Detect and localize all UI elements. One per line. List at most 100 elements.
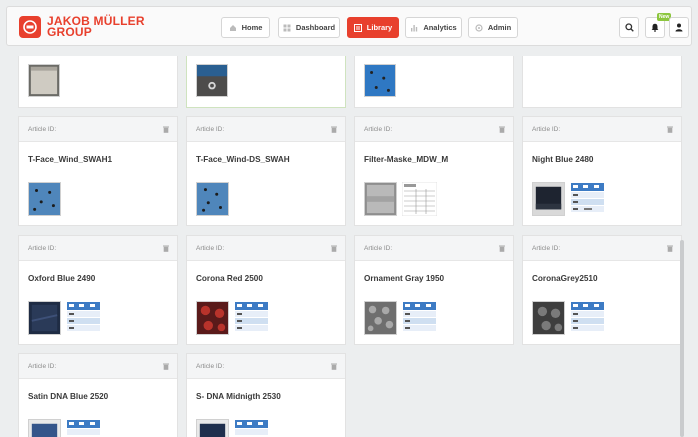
fabric-thumbnail[interactable] — [364, 301, 397, 335]
nav-admin-label: Admin — [487, 23, 512, 32]
fabric-thumbnail[interactable] — [28, 64, 60, 97]
fabric-thumbnail[interactable] — [532, 301, 565, 335]
trash-icon[interactable] — [163, 126, 169, 133]
fabric-thumbnail[interactable] — [196, 64, 228, 97]
article-title: Ornament Gray 1950 — [364, 274, 445, 283]
trash-icon[interactable] — [499, 126, 505, 133]
nav-dashboard[interactable]: Dashboard — [278, 17, 340, 38]
logo-mark-icon — [19, 16, 41, 38]
trash-icon[interactable] — [667, 245, 673, 252]
article-card[interactable]: Article ID: T-Face_Wind_SWAH1 — [18, 116, 178, 226]
spec-sheet-thumbnail[interactable] — [234, 301, 269, 335]
article-title: Satin DNA Blue 2520 — [28, 392, 109, 401]
nav-library[interactable]: Library — [347, 17, 399, 38]
brand-name: JAKOB MÜLLER GROUP — [47, 15, 145, 39]
nav-analytics-label: Analytics — [423, 23, 457, 32]
card-header: Article ID: — [19, 117, 177, 142]
user-button[interactable] — [669, 17, 689, 38]
spec-sheet-thumbnail[interactable] — [66, 419, 101, 437]
article-id-label: Article ID: — [532, 244, 561, 252]
card-header: Article ID: — [187, 117, 345, 142]
article-title: Corona Red 2500 — [196, 274, 263, 283]
fabric-thumbnail[interactable] — [28, 301, 61, 335]
article-id-label: Article ID: — [196, 362, 225, 370]
article-id-label: Article ID: — [532, 125, 561, 133]
article-id-label: Article ID: — [28, 125, 57, 133]
brand-line-2: GROUP — [47, 25, 93, 39]
nav-admin[interactable]: Admin — [468, 17, 518, 38]
article-card[interactable]: Article ID: Ornament Gray 1950 — [354, 235, 514, 345]
top-navigation-bar: JAKOB MÜLLER GROUP Home Dashboard Librar… — [6, 6, 692, 46]
article-title: Filter-Maske_MDW_M — [364, 155, 449, 164]
article-card[interactable]: Article ID: CoronaGrey2510 — [522, 235, 682, 345]
fabric-thumbnail[interactable] — [196, 301, 229, 335]
spec-sheet-thumbnail[interactable] — [402, 301, 437, 335]
card-header: Article ID: — [187, 354, 345, 379]
article-id-label: Article ID: — [28, 362, 57, 370]
trash-icon[interactable] — [331, 245, 337, 252]
analytics-icon — [410, 24, 418, 32]
home-icon — [229, 24, 237, 32]
article-id-label: Article ID: — [196, 244, 225, 252]
article-title: T-Face_Wind_SWAH1 — [28, 155, 113, 164]
article-title: Oxford Blue 2490 — [28, 274, 96, 283]
trash-icon[interactable] — [163, 245, 169, 252]
nav-library-label: Library — [366, 23, 393, 32]
article-id-label: Article ID: — [196, 125, 225, 133]
article-title: Night Blue 2480 — [532, 155, 594, 164]
spec-sheet-thumbnail[interactable] — [402, 182, 437, 216]
card-header: Article ID: — [523, 236, 681, 261]
card-header: Article ID: — [187, 236, 345, 261]
nav-home-label: Home — [241, 23, 263, 32]
article-title: T-Face_Wind-DS_SWAH — [196, 155, 290, 164]
nav-home[interactable]: Home — [221, 17, 270, 38]
admin-icon — [475, 23, 483, 32]
card-header: Article ID: — [355, 236, 513, 261]
article-card[interactable]: Article ID: Night Blue 2480 — [522, 116, 682, 226]
fabric-thumbnail[interactable] — [28, 182, 61, 216]
article-id-label: Article ID: — [28, 244, 57, 252]
fabric-thumbnail[interactable] — [196, 419, 229, 437]
article-id-label: Article ID: — [364, 244, 393, 252]
article-card-partial[interactable] — [354, 56, 514, 108]
fabric-thumbnail[interactable] — [364, 64, 396, 97]
nav-analytics[interactable]: Analytics — [405, 17, 462, 38]
spec-sheet-thumbnail[interactable] — [66, 301, 101, 335]
card-header: Article ID: — [523, 117, 681, 142]
article-card-partial[interactable] — [18, 56, 178, 108]
article-title: S- DNA Midnigth 2530 — [196, 392, 281, 401]
library-icon — [353, 23, 362, 32]
dashboard-icon — [283, 24, 291, 32]
card-header: Article ID: — [19, 236, 177, 261]
trash-icon[interactable] — [163, 363, 169, 370]
nav-dashboard-label: Dashboard — [295, 23, 336, 32]
article-card[interactable]: Article ID: Corona Red 2500 — [186, 235, 346, 345]
trash-icon[interactable] — [331, 363, 337, 370]
article-card[interactable]: Article ID: T-Face_Wind-DS_SWAH — [186, 116, 346, 226]
article-card-partial[interactable] — [522, 56, 682, 108]
spec-sheet-thumbnail[interactable] — [234, 419, 269, 437]
article-card[interactable]: Article ID: Oxford Blue 2490 — [18, 235, 178, 345]
search-icon — [624, 19, 634, 37]
card-header: Article ID: — [355, 117, 513, 142]
bell-icon — [651, 19, 659, 37]
article-id-label: Article ID: — [364, 125, 393, 133]
article-card-partial-selected[interactable] — [186, 56, 346, 108]
scrollbar[interactable] — [680, 240, 684, 437]
fabric-thumbnail[interactable] — [364, 182, 397, 216]
user-icon — [675, 19, 683, 37]
trash-icon[interactable] — [499, 245, 505, 252]
trash-icon[interactable] — [331, 126, 337, 133]
fabric-thumbnail[interactable] — [196, 182, 229, 216]
article-card[interactable]: Article ID: S- DNA Midnigth 2530 — [186, 353, 346, 437]
spec-sheet-thumbnail[interactable] — [570, 301, 605, 335]
article-card[interactable]: Article ID: Satin DNA Blue 2520 — [18, 353, 178, 437]
brand-logo[interactable]: JAKOB MÜLLER GROUP — [19, 15, 145, 39]
article-card[interactable]: Article ID: Filter-Maske_MDW_M — [354, 116, 514, 226]
card-header: Article ID: — [19, 354, 177, 379]
fabric-thumbnail[interactable] — [28, 419, 61, 437]
fabric-thumbnail[interactable] — [532, 182, 565, 216]
trash-icon[interactable] — [667, 126, 673, 133]
spec-sheet-thumbnail[interactable] — [570, 182, 605, 216]
search-button[interactable] — [619, 17, 639, 38]
